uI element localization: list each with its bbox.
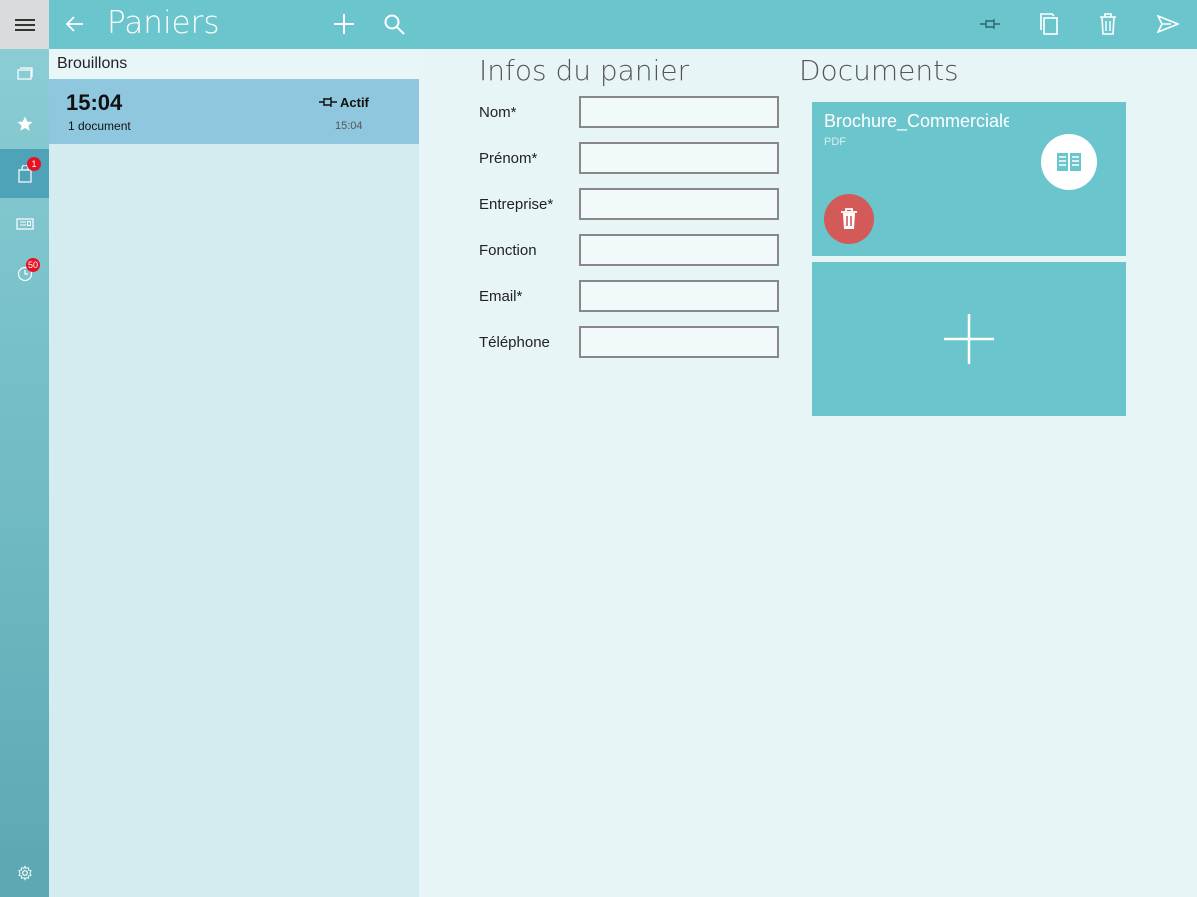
plus-icon (944, 314, 994, 364)
basket-time: 15:04 (66, 90, 123, 115)
first-name-field[interactable] (579, 142, 779, 174)
rail-item-baskets[interactable]: 1 (0, 149, 49, 198)
add-basket-button[interactable] (332, 12, 356, 36)
documents-title: Documents (799, 54, 959, 87)
job-title-label: Fonction (479, 242, 537, 259)
send-icon (1157, 15, 1179, 33)
basket-list-panel: Brouillons 15:04 1 document Actif 15:04 (49, 49, 419, 897)
trash-icon (841, 208, 857, 229)
page-title: Paniers (107, 5, 220, 41)
rail-item-favorites[interactable] (0, 99, 49, 148)
hamburger-menu-button[interactable] (0, 0, 49, 49)
baskets-count-badge: 1 (27, 157, 41, 171)
email-field[interactable] (579, 280, 779, 312)
pin-icon (319, 97, 337, 107)
search-button[interactable] (382, 12, 406, 36)
star-icon (17, 116, 32, 131)
copy-icon (1040, 13, 1058, 35)
phone-label: Téléphone (479, 334, 550, 351)
add-document-button[interactable] (812, 262, 1126, 416)
phone-field[interactable] (579, 326, 779, 358)
pin-icon (980, 19, 1000, 29)
history-count-badge: 50 (26, 258, 41, 272)
basket-status-time: 15:04 (335, 120, 363, 132)
basket-status: Actif (340, 95, 369, 110)
top-bar: Paniers (49, 0, 1197, 49)
remove-document-button[interactable] (824, 194, 874, 244)
basket-info-title: Infos du panier (479, 54, 690, 87)
gear-icon (17, 864, 32, 881)
document-type: PDF (824, 136, 846, 148)
basket-list-item[interactable]: 15:04 1 document Actif 15:04 (49, 79, 419, 144)
rail-item-catalog[interactable] (0, 49, 49, 98)
back-arrow-icon (65, 16, 83, 32)
company-field[interactable] (579, 188, 779, 220)
search-icon (384, 14, 405, 35)
settings-button[interactable] (0, 848, 49, 897)
send-button[interactable] (1156, 12, 1180, 36)
drafts-section-header: Brouillons (49, 49, 419, 79)
last-name-label: Nom* (479, 104, 517, 121)
first-name-label: Prénom* (479, 150, 538, 167)
document-card[interactable]: Brochure_Commerciale PDF (812, 102, 1126, 256)
rail-item-history[interactable]: 50 (0, 249, 49, 298)
navigation-rail: 1 50 (0, 0, 49, 897)
newspaper-icon (15, 217, 34, 230)
pin-button[interactable] (978, 12, 1002, 36)
slides-icon (16, 66, 33, 80)
document-name: Brochure_Commerciale (824, 111, 1009, 131)
delete-basket-button[interactable] (1096, 12, 1120, 36)
company-label: Entreprise* (479, 196, 554, 213)
basket-document-count: 1 document (68, 119, 131, 133)
plus-icon (334, 14, 354, 34)
trash-icon (1100, 13, 1116, 35)
copy-button[interactable] (1037, 12, 1061, 36)
hamburger-icon (14, 19, 35, 31)
back-button[interactable] (63, 12, 87, 36)
rail-item-news[interactable] (0, 199, 49, 248)
email-label: Email* (479, 288, 523, 305)
last-name-field[interactable] (579, 96, 779, 128)
book-icon (1057, 153, 1081, 171)
job-title-field[interactable] (579, 234, 779, 266)
open-document-button[interactable] (1041, 134, 1097, 190)
